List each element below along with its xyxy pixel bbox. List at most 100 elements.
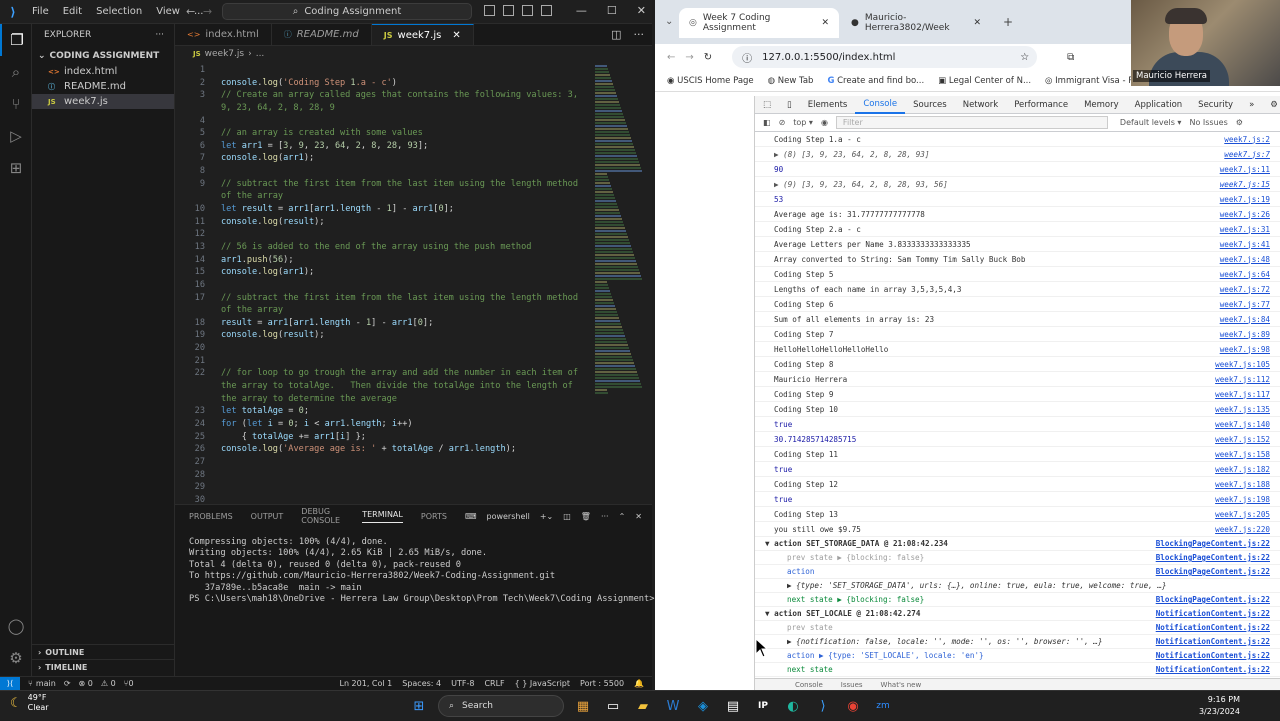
console-source-link[interactable]: week7.js:7 <box>1224 150 1270 159</box>
tab-ports[interactable]: PORTS <box>421 512 447 521</box>
file-index-html[interactable]: <> index.html <box>32 64 174 79</box>
console-source-link[interactable]: week7.js:19 <box>1220 195 1270 204</box>
console-source-link[interactable]: week7.js:48 <box>1220 255 1270 264</box>
bookmark-star-icon[interactable]: ☆ <box>1020 52 1029 63</box>
tab-readme[interactable]: ⓘ README.md <box>272 24 372 45</box>
console-source-link[interactable]: NotificationContent.js:22 <box>1156 651 1270 660</box>
code-line[interactable]: 16 <box>175 279 595 292</box>
explorer-icon[interactable]: ❐ <box>0 24 32 56</box>
console-redux-row[interactable]: ▶ {type: 'SET_STORAGE_DATA', urls: {…}, … <box>755 579 1280 593</box>
console-source-link[interactable]: week7.js:89 <box>1220 330 1270 339</box>
console-source-link[interactable]: week7.js:77 <box>1220 300 1270 309</box>
console-message[interactable]: Coding Step 1.a - c week7.js:2 <box>755 132 1280 147</box>
console-message[interactable]: ▶ (9) [3, 9, 23, 64, 2, 8, 28, 93, 56] we… <box>755 177 1280 192</box>
close-tab-icon[interactable]: ✕ <box>973 18 981 28</box>
console-message[interactable]: Coding Step 5 week7.js:64 <box>755 267 1280 282</box>
console-source-link[interactable]: week7.js:140 <box>1215 420 1270 429</box>
code-line[interactable]: 13 // 56 is added to the end of the array… <box>175 241 595 254</box>
console-message[interactable]: true week7.js:182 <box>755 462 1280 477</box>
chrome-taskbar-icon[interactable]: ◉ <box>842 695 864 717</box>
close-icon[interactable]: ✕ <box>637 4 646 17</box>
console-filter-input[interactable]: Filter <box>835 116 1108 129</box>
menu-file[interactable]: File <box>32 6 49 17</box>
console-message[interactable]: Coding Step 6 week7.js:77 <box>755 297 1280 312</box>
code-line[interactable]: 7 console.log(arr1); <box>175 152 595 165</box>
code-view[interactable]: 1 2 console.log('Coding Step 1.a - c') 3// … <box>175 64 595 506</box>
word-icon[interactable]: W <box>662 695 684 717</box>
console-source-link[interactable]: week7.js:152 <box>1215 435 1270 444</box>
encoding[interactable]: UTF-8 <box>451 679 474 688</box>
minimap[interactable] <box>595 64 647 424</box>
console-message[interactable]: Coding Step 12 week7.js:188 <box>755 477 1280 492</box>
code-line[interactable]: 24 for (let i = 0; i < arr1.length; i++) <box>175 418 595 431</box>
console-message[interactable]: Coding Step 7 week7.js:89 <box>755 327 1280 342</box>
drawer-tab-whats-new[interactable]: What's new <box>881 681 922 689</box>
code-line[interactable]: 17 // subtract the first item from the la… <box>175 292 595 305</box>
code-line[interactable]: 4 <box>175 115 595 128</box>
code-line[interactable]: of the array <box>175 304 595 317</box>
console-source-link[interactable]: week7.js:135 <box>1215 405 1270 414</box>
system-clock[interactable]: 9:16 PM 3/23/2024 <box>1199 694 1240 718</box>
console-source-link[interactable]: week7.js:26 <box>1220 210 1270 219</box>
console-source-link[interactable]: NotificationContent.js:22 <box>1156 637 1270 646</box>
console-redux-row[interactable]: prev state NotificationContent.js:22 <box>755 621 1280 635</box>
taskbar-search[interactable]: ⌕ Search <box>438 695 564 717</box>
code-line[interactable]: 23 let totalAge = 0; <box>175 405 595 418</box>
back-icon[interactable]: ← <box>667 52 675 63</box>
issues-count[interactable]: No Issues <box>1189 118 1227 127</box>
forward-icon[interactable]: → <box>685 52 693 63</box>
console-source-link[interactable]: week7.js:11 <box>1220 165 1270 174</box>
command-center[interactable]: ⌕ Coding Assignment <box>222 3 472 20</box>
notifications-icon[interactable]: 🔔 <box>634 679 644 688</box>
split-editor-icon[interactable]: ◫ <box>611 28 621 41</box>
menu-selection[interactable]: Selection <box>96 6 142 17</box>
tab-elements[interactable]: Elements <box>800 96 856 114</box>
code-line[interactable]: 12 <box>175 228 595 241</box>
console-message[interactable]: Lengths of each name in array 3,5,3,5,4,… <box>755 282 1280 297</box>
minimize-icon[interactable]: — <box>576 4 587 17</box>
console-message[interactable]: Array converted to String: Sam Tommy Tim… <box>755 252 1280 267</box>
tab-application[interactable]: Application <box>1127 96 1191 114</box>
tab-console[interactable]: Console <box>855 96 906 114</box>
calculator-icon[interactable]: ▤ <box>722 695 744 717</box>
tab-output[interactable]: OUTPUT <box>251 512 284 521</box>
console-source-link[interactable]: week7.js:117 <box>1215 390 1270 399</box>
console-source-link[interactable]: week7.js:112 <box>1215 375 1270 384</box>
console-message[interactable]: 90 week7.js:11 <box>755 162 1280 177</box>
code-line[interactable]: 8 <box>175 165 595 178</box>
account-icon[interactable]: ◯ <box>0 610 32 642</box>
bookmark-uscis[interactable]: ◉ USCIS Home Page <box>667 76 754 86</box>
code-line[interactable]: the array to totalAge. Then divide the t… <box>175 380 595 393</box>
kill-terminal-icon[interactable]: 🗑 <box>581 512 591 521</box>
console-message[interactable]: 53 week7.js:19 <box>755 192 1280 207</box>
end-of-line[interactable]: CRLF <box>484 679 504 688</box>
windows-start-icon[interactable]: ⊞ <box>408 695 430 717</box>
console-message[interactable]: Average age is: 31.77777777777778 week7.j… <box>755 207 1280 222</box>
drawer-tab-issues[interactable]: Issues <box>841 681 863 689</box>
code-line[interactable]: 11 console.log(result); <box>175 216 595 229</box>
menu-edit[interactable]: Edit <box>63 6 82 17</box>
page-viewport[interactable] <box>655 96 755 690</box>
new-terminal-icon[interactable]: +⌄ <box>540 512 553 521</box>
widgets-icon[interactable]: ▦ <box>572 695 594 717</box>
tab-security[interactable]: Security <box>1190 96 1241 114</box>
code-line[interactable]: 5 // an array is created with some values <box>175 127 595 140</box>
console-redux-row[interactable]: prev state ▶ {blocking: false} BlockingPa… <box>755 551 1280 565</box>
devtools-settings-icon[interactable]: ⚙ <box>1262 96 1280 114</box>
language-mode[interactable]: { } JavaScript <box>515 679 570 688</box>
console-source-link[interactable]: week7.js:31 <box>1220 225 1270 234</box>
run-debug-icon[interactable]: ▷ <box>0 120 32 152</box>
breadcrumb-file[interactable]: week7.js <box>205 49 244 59</box>
bookmark-new-tab[interactable]: ◍ New Tab <box>768 76 814 86</box>
code-line[interactable]: 28 <box>175 469 595 482</box>
console-settings-icon[interactable]: ⚙ <box>1236 118 1243 127</box>
tab-sources[interactable]: Sources <box>905 96 955 114</box>
console-source-link[interactable]: week7.js:64 <box>1220 270 1270 279</box>
extensions-icon[interactable]: ⧉ <box>1067 52 1074 63</box>
console-source-link[interactable]: week7.js:84 <box>1220 315 1270 324</box>
console-redux-row[interactable]: next state ▶ {blocking: false} BlockingPa… <box>755 593 1280 607</box>
code-line[interactable]: 15 console.log(arr1); <box>175 266 595 279</box>
ip-app-icon[interactable]: IP <box>752 695 774 717</box>
breadcrumb-symbol[interactable]: ... <box>256 49 265 59</box>
tab-performance[interactable]: Performance <box>1006 96 1076 114</box>
